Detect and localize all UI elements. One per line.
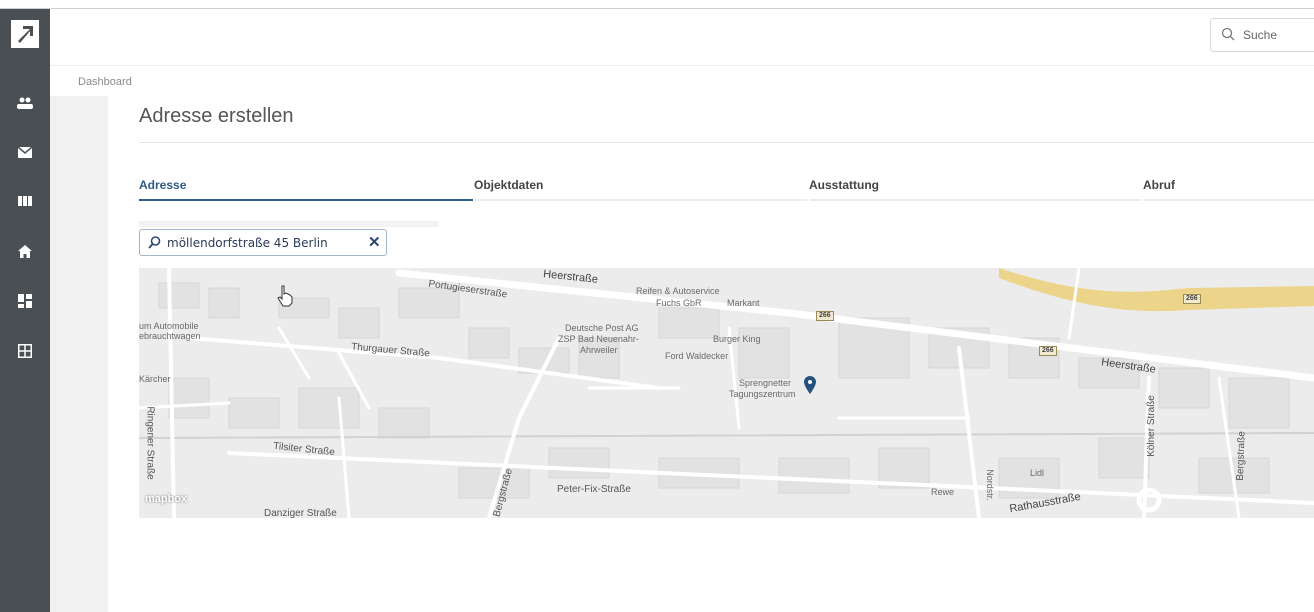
page-title: Adresse erstellen — [139, 105, 294, 127]
map-label: ZSP Bad Neuenahr- — [558, 334, 639, 344]
window-top-border — [0, 0, 1314, 9]
map-label: Bergstraße — [1234, 431, 1248, 481]
grid-icon[interactable] — [13, 339, 37, 363]
address-search-field[interactable]: möllendorfstraße 45 Berlin ✕ — [139, 229, 387, 256]
breadcrumb[interactable]: Dashboard — [78, 76, 132, 88]
map-label: ebrauchtwagen — [139, 331, 201, 341]
tab-adresse[interactable]: Adresse — [139, 178, 186, 192]
search-icon — [148, 236, 161, 254]
map-label: Ford Waldecker — [665, 351, 729, 361]
map-view[interactable]: Heerstraße Portugieserstraße Reifen & Au… — [139, 268, 1314, 518]
map-label: Ahrweiler — [580, 345, 618, 355]
tab-underline-active — [139, 199, 473, 201]
road-shield: 266 — [816, 311, 834, 321]
search-placeholder: Suche — [1243, 28, 1278, 42]
map-label: Kärcher — [139, 374, 171, 384]
map-label: Danziger Straße — [264, 508, 337, 519]
road-shield: 266 — [1039, 346, 1057, 356]
title-divider — [139, 142, 1314, 143]
app-logo[interactable] — [11, 20, 39, 48]
dashboard-icon[interactable] — [13, 289, 37, 313]
map-label: Peter-Fix-Straße — [557, 484, 631, 495]
map-label: Lidl — [1030, 468, 1045, 478]
tab-objektdaten[interactable]: Objektdaten — [474, 178, 543, 192]
search-input[interactable]: Suche — [1210, 18, 1314, 52]
content-left-gutter — [50, 96, 108, 612]
tab-underline — [475, 199, 807, 201]
input-shadow — [139, 221, 439, 227]
mail-icon[interactable] — [13, 140, 37, 164]
road-shield: 266 — [1183, 294, 1201, 304]
map-label: Kölner Straße — [1145, 395, 1157, 457]
map-label: Ringener Straße — [144, 406, 156, 480]
sidebar — [0, 9, 50, 612]
search-icon — [1221, 27, 1235, 46]
tab-underline — [1144, 199, 1314, 201]
columns-icon[interactable] — [13, 189, 37, 213]
map-label: Fuchs GbR — [656, 298, 702, 308]
mapbox-attribution[interactable]: mapbox — [145, 493, 187, 505]
map-label: Nordstr. — [984, 469, 995, 501]
map-label: Burger King — [713, 334, 761, 344]
users-icon[interactable] — [13, 91, 37, 115]
address-value: möllendorfstraße 45 Berlin — [167, 236, 328, 250]
map-label: Rewe — [931, 487, 955, 497]
map-label: Tagungszentrum — [729, 389, 796, 399]
home-icon[interactable] — [13, 239, 37, 263]
map-label: Reifen & Autoservice — [636, 286, 720, 296]
map-label: Deutsche Post AG — [565, 323, 639, 333]
map-label: um Automobile — [139, 321, 199, 331]
tab-underline — [810, 199, 1141, 201]
tab-abruf[interactable]: Abruf — [1143, 178, 1175, 192]
map-label: Markant — [727, 298, 760, 308]
clear-icon[interactable]: ✕ — [368, 233, 381, 251]
top-header — [50, 9, 1314, 66]
tab-ausstattung[interactable]: Ausstattung — [809, 178, 879, 192]
map-label: Sprengnetter — [739, 378, 792, 388]
